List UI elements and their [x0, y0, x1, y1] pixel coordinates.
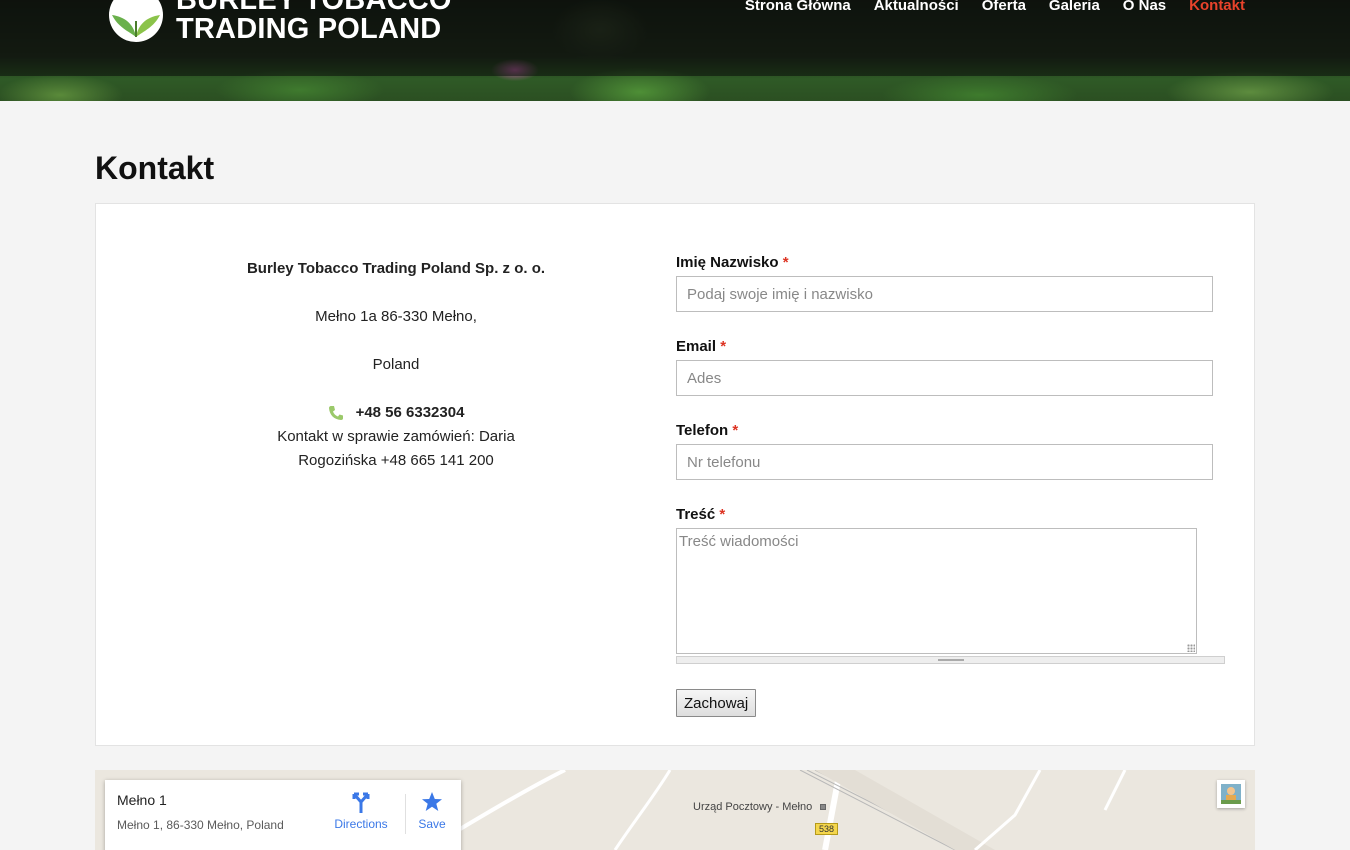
- poi-label[interactable]: Urząd Pocztowy - Mełno: [693, 801, 812, 813]
- main-nav: Strona Główna Aktualności Oferta Galeria…: [722, 0, 1245, 14]
- email-label: Email *: [676, 338, 1236, 360]
- star-icon: [422, 792, 442, 811]
- order-contact-line-1: Kontakt w sprawie zamówień: Daria: [277, 428, 515, 445]
- save-place-label: Save: [418, 817, 446, 831]
- directions-button[interactable]: Directions: [329, 790, 393, 831]
- leaf-logo-icon: [109, 0, 163, 42]
- nav-item-kontakt[interactable]: Kontakt: [1189, 0, 1245, 14]
- contact-info: Burley Tobacco Trading Poland Sp. z o. o…: [196, 257, 596, 473]
- message-textarea[interactable]: [676, 528, 1197, 654]
- place-title: Mełno 1: [117, 792, 167, 808]
- pegman-figure-icon: [1221, 784, 1241, 804]
- message-wrap: [676, 528, 1197, 654]
- nav-item-strona-glowna[interactable]: Strona Główna: [745, 0, 851, 14]
- required-mark: *: [782, 254, 789, 271]
- submit-button[interactable]: Zachowaj: [676, 689, 757, 717]
- save-place-button[interactable]: Save: [411, 790, 453, 831]
- map-embed[interactable]: Mełno 1 Mełno 1, 86-330 Mełno, Poland Di…: [95, 770, 1255, 850]
- name-label-text: Imię Nazwisko: [676, 254, 779, 271]
- order-contact-line-2: Rogozińska +48 665 141 200: [298, 452, 494, 469]
- name-label: Imię Nazwisko *: [676, 254, 1236, 276]
- email-label-text: Email: [676, 338, 717, 355]
- company-name: Burley Tobacco Trading Poland Sp. z o. o…: [246, 260, 546, 277]
- message-label: Treść *: [676, 506, 1236, 528]
- contact-card: Burley Tobacco Trading Poland Sp. z o. o…: [95, 203, 1255, 746]
- logo-line-2: TRADING POLAND: [176, 13, 442, 45]
- phone-icon: [328, 406, 343, 420]
- resize-handle-icon[interactable]: [1187, 644, 1195, 652]
- post-office-icon[interactable]: [820, 804, 826, 810]
- phone-input[interactable]: [676, 444, 1213, 480]
- road-number-badge: 538: [815, 823, 839, 835]
- required-mark: *: [720, 338, 727, 355]
- page-title: Kontakt: [95, 150, 215, 186]
- nav-item-o-nas[interactable]: O Nas: [1123, 0, 1166, 14]
- message-label-text: Treść: [676, 506, 716, 523]
- order-contact-note: Kontakt w sprawie zamówień: Daria Rogozi…: [196, 425, 596, 473]
- phone-label: Telefon *: [676, 422, 1236, 444]
- address-line: Mełno 1a 86-330 Mełno,: [315, 308, 477, 325]
- textarea-grippie[interactable]: [676, 656, 1225, 664]
- logo-text: BURLEY TOBACCO TRADING POLAND: [176, 0, 452, 44]
- name-input[interactable]: [676, 276, 1213, 312]
- site-logo[interactable]: BURLEY TOBACCO TRADING POLAND: [104, 0, 452, 44]
- street-view-pegman-icon[interactable]: [1217, 780, 1245, 808]
- map-card-divider: [405, 794, 406, 834]
- email-input[interactable]: [676, 360, 1213, 396]
- phone-label-text: Telefon: [676, 422, 729, 439]
- directions-label: Directions: [334, 817, 388, 831]
- site-header: BURLEY TOBACCO TRADING POLAND Strona Głó…: [0, 0, 1350, 101]
- phone-number[interactable]: +48 56 6332304: [356, 401, 465, 425]
- required-mark: *: [732, 422, 739, 439]
- required-mark: *: [719, 506, 726, 523]
- contact-form: Imię Nazwisko * Email * Telefon * Treść …: [676, 254, 1236, 717]
- nav-item-galeria[interactable]: Galeria: [1049, 0, 1100, 14]
- phone-line: +48 56 6332304: [196, 401, 596, 425]
- nav-item-aktualnosci[interactable]: Aktualności: [874, 0, 959, 14]
- grip-lines-icon: [938, 659, 964, 661]
- country-line: Poland: [372, 356, 420, 373]
- nav-item-oferta[interactable]: Oferta: [982, 0, 1026, 14]
- place-address: Mełno 1, 86-330 Mełno, Poland: [117, 818, 284, 832]
- place-card: Mełno 1 Mełno 1, 86-330 Mełno, Poland Di…: [105, 780, 461, 850]
- directions-icon: [352, 792, 370, 813]
